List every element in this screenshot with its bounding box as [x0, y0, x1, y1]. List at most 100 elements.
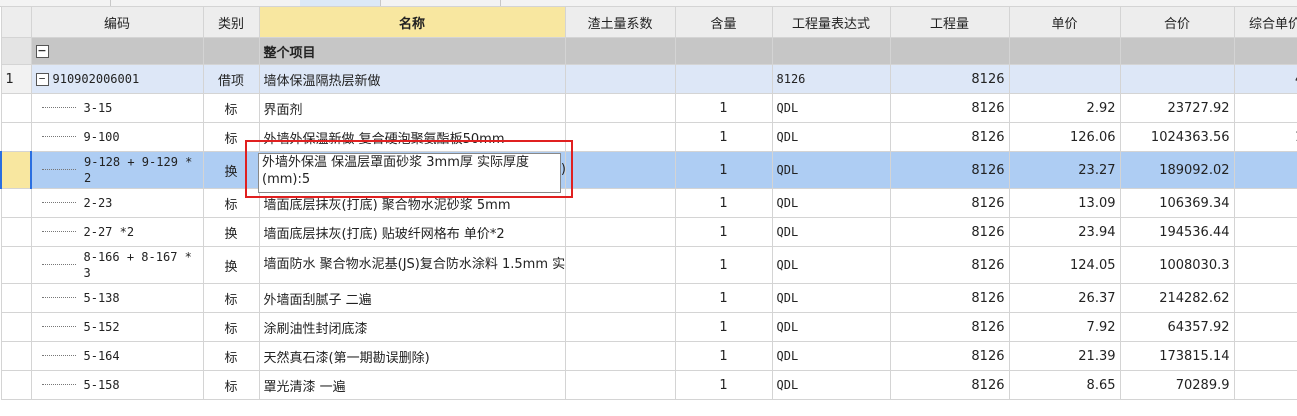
- unit-price-cell[interactable]: 124.05: [1008, 246, 1121, 284]
- code-cell[interactable]: 3-15: [30, 93, 204, 123]
- type-cell[interactable]: 标: [202, 122, 260, 152]
- sub-item-row[interactable]: 5-164 标天然真石漆(第一期勘误删除) 1 QDL 8126 21.39 173815.…: [0, 341, 1297, 371]
- composite-price-cell[interactable]: [1233, 93, 1297, 123]
- sub-item-row[interactable]: 5-152 标涂刷油性封闭底漆 1 QDL 8126 7.92 64357.92: [0, 312, 1297, 342]
- col-header-content[interactable]: 含量: [674, 6, 773, 38]
- content-cell[interactable]: 1: [674, 188, 773, 218]
- name-cell[interactable]: 外墙面刮腻子 二遍: [258, 283, 566, 313]
- content-cell[interactable]: 1: [674, 341, 773, 371]
- expression-cell[interactable]: QDL: [771, 283, 891, 313]
- name-cell[interactable]: 墙面防水 聚合物水泥基(JS)复合防水涂料 1.5mm 实际厚度(mm):3: [258, 246, 566, 284]
- code-cell[interactable]: 5-152: [30, 312, 204, 342]
- expression-cell[interactable]: QDL: [771, 370, 891, 400]
- type-cell[interactable]: [202, 37, 260, 65]
- total-cell[interactable]: 1024363.56: [1119, 122, 1235, 152]
- content-cell[interactable]: 1: [674, 93, 773, 123]
- unit-price-cell[interactable]: 23.27: [1008, 151, 1121, 189]
- content-cell[interactable]: 1: [674, 151, 773, 189]
- expression-cell[interactable]: QDL: [771, 93, 891, 123]
- soil-coef-cell[interactable]: [564, 341, 676, 371]
- quantity-cell[interactable]: 8126: [889, 64, 1010, 94]
- sub-item-row[interactable]: 9-100 标外墙外保温新做 复合硬泡聚氨酯板50mm 1 QDL 8126 126.06…: [0, 122, 1297, 152]
- composite-price-cell[interactable]: [1233, 312, 1297, 342]
- type-cell[interactable]: 换: [202, 246, 260, 284]
- unit-price-cell[interactable]: 7.92: [1008, 312, 1121, 342]
- type-cell[interactable]: 标: [202, 341, 260, 371]
- type-cell[interactable]: 标: [202, 93, 260, 123]
- col-header-quantity[interactable]: 工程量: [889, 6, 1010, 38]
- total-cell[interactable]: [1119, 64, 1235, 94]
- sub-item-row[interactable]: 5-158 标罩光清漆 一遍 1 QDL 8126 8.65 70289.9: [0, 370, 1297, 400]
- sub-item-row[interactable]: 5-138 标外墙面刮腻子 二遍 1 QDL 8126 26.37 214282.62: [0, 283, 1297, 313]
- code-cell[interactable]: 2-27 *2: [30, 217, 204, 247]
- total-cell[interactable]: 173815.14: [1119, 341, 1235, 371]
- type-cell[interactable]: 换: [202, 151, 260, 189]
- name-cell[interactable]: 罩光清漆 一遍: [258, 370, 566, 400]
- type-cell[interactable]: 标: [202, 188, 260, 218]
- soil-coef-cell[interactable]: [564, 188, 676, 218]
- composite-price-cell[interactable]: 46: [1233, 64, 1297, 94]
- code-cell[interactable]: −: [30, 37, 204, 65]
- soil-coef-cell[interactable]: [564, 64, 676, 94]
- composite-price-cell[interactable]: [1233, 217, 1297, 247]
- total-cell[interactable]: 64357.92: [1119, 312, 1235, 342]
- content-cell[interactable]: 1: [674, 312, 773, 342]
- content-cell[interactable]: 1: [674, 283, 773, 313]
- composite-price-cell[interactable]: 2: [1233, 151, 1297, 189]
- quantity-cell[interactable]: 8126: [889, 122, 1010, 152]
- col-header-type[interactable]: 类别: [202, 6, 260, 38]
- expression-cell[interactable]: 8126: [771, 64, 891, 94]
- code-cell[interactable]: −910902006001: [30, 64, 204, 94]
- sub-item-row[interactable]: 9-128 + 9-129 * 2换外墙外保温 保温层罩面砂浆 3mm厚 实际厚…: [0, 151, 1297, 189]
- code-cell[interactable]: 9-128 + 9-129 * 2: [30, 151, 204, 189]
- col-header-total[interactable]: 合价: [1119, 6, 1235, 38]
- unit-price-cell[interactable]: 23.94: [1008, 217, 1121, 247]
- composite-price-cell[interactable]: [1233, 188, 1297, 218]
- total-cell[interactable]: 70289.9: [1119, 370, 1235, 400]
- unit-price-cell[interactable]: 8.65: [1008, 370, 1121, 400]
- soil-coef-cell[interactable]: [564, 246, 676, 284]
- composite-price-cell[interactable]: [1233, 370, 1297, 400]
- quantity-cell[interactable]: 8126: [889, 246, 1010, 284]
- bill-item-row[interactable]: 1 −910902006001 借项 墙体保温隔热层新做 8126 8126 4…: [0, 64, 1297, 94]
- soil-coef-cell[interactable]: [564, 151, 676, 189]
- type-cell[interactable]: 标: [202, 312, 260, 342]
- content-cell[interactable]: 1: [674, 217, 773, 247]
- total-cell[interactable]: 1008030.3: [1119, 246, 1235, 284]
- sub-item-row[interactable]: 2-23 标墙面底层抹灰(打底) 聚合物水泥砂浆 5mm 1 QDL 8126 13.09…: [0, 188, 1297, 218]
- name-cell[interactable]: 整个项目: [258, 37, 566, 65]
- code-cell[interactable]: 2-23: [30, 188, 204, 218]
- composite-price-cell[interactable]: [1233, 246, 1297, 284]
- soil-coef-cell[interactable]: [564, 283, 676, 313]
- unit-price-cell[interactable]: 2.92: [1008, 93, 1121, 123]
- col-header-code[interactable]: 编码: [30, 6, 204, 38]
- quantity-cell[interactable]: 8126: [889, 188, 1010, 218]
- col-header-soil-coef[interactable]: 渣土量系数: [564, 6, 676, 38]
- soil-coef-cell[interactable]: [564, 217, 676, 247]
- code-cell[interactable]: 5-164: [30, 341, 204, 371]
- total-cell[interactable]: 23727.92: [1119, 93, 1235, 123]
- name-edit-field[interactable]: 外墙外保温 保温层罩面砂浆 3mm厚 实际厚度(mm):5: [258, 153, 561, 193]
- unit-price-cell[interactable]: 126.06: [1008, 122, 1121, 152]
- total-cell[interactable]: 194536.44: [1119, 217, 1235, 247]
- quantity-cell[interactable]: 8126: [889, 217, 1010, 247]
- name-cell[interactable]: 墙面底层抹灰(打底) 贴玻纤网格布 单价*2: [258, 217, 566, 247]
- sub-item-row[interactable]: 8-166 + 8-167 * 3 换墙面防水 聚合物水泥基(JS)复合防水涂料 …: [0, 246, 1297, 284]
- total-cell[interactable]: 214282.62: [1119, 283, 1235, 313]
- quantity-cell[interactable]: 8126: [889, 151, 1010, 189]
- unit-price-cell[interactable]: 26.37: [1008, 283, 1121, 313]
- expression-cell[interactable]: QDL: [771, 188, 891, 218]
- col-header-name[interactable]: 名称: [258, 6, 566, 38]
- unit-price-cell[interactable]: 21.39: [1008, 341, 1121, 371]
- name-cell[interactable]: 外墙外保温新做 复合硬泡聚氨酯板50mm: [258, 122, 566, 152]
- expression-cell[interactable]: QDL: [771, 217, 891, 247]
- composite-price-cell[interactable]: [1233, 341, 1297, 371]
- soil-coef-cell[interactable]: [564, 122, 676, 152]
- expression-cell[interactable]: QDL: [771, 312, 891, 342]
- quantity-cell[interactable]: 8126: [889, 341, 1010, 371]
- content-cell[interactable]: [674, 64, 773, 94]
- collapse-toggle-icon[interactable]: −: [35, 73, 49, 86]
- col-header-unit-price[interactable]: 单价: [1008, 6, 1121, 38]
- expression-cell[interactable]: QDL: [771, 341, 891, 371]
- type-cell[interactable]: 换: [202, 217, 260, 247]
